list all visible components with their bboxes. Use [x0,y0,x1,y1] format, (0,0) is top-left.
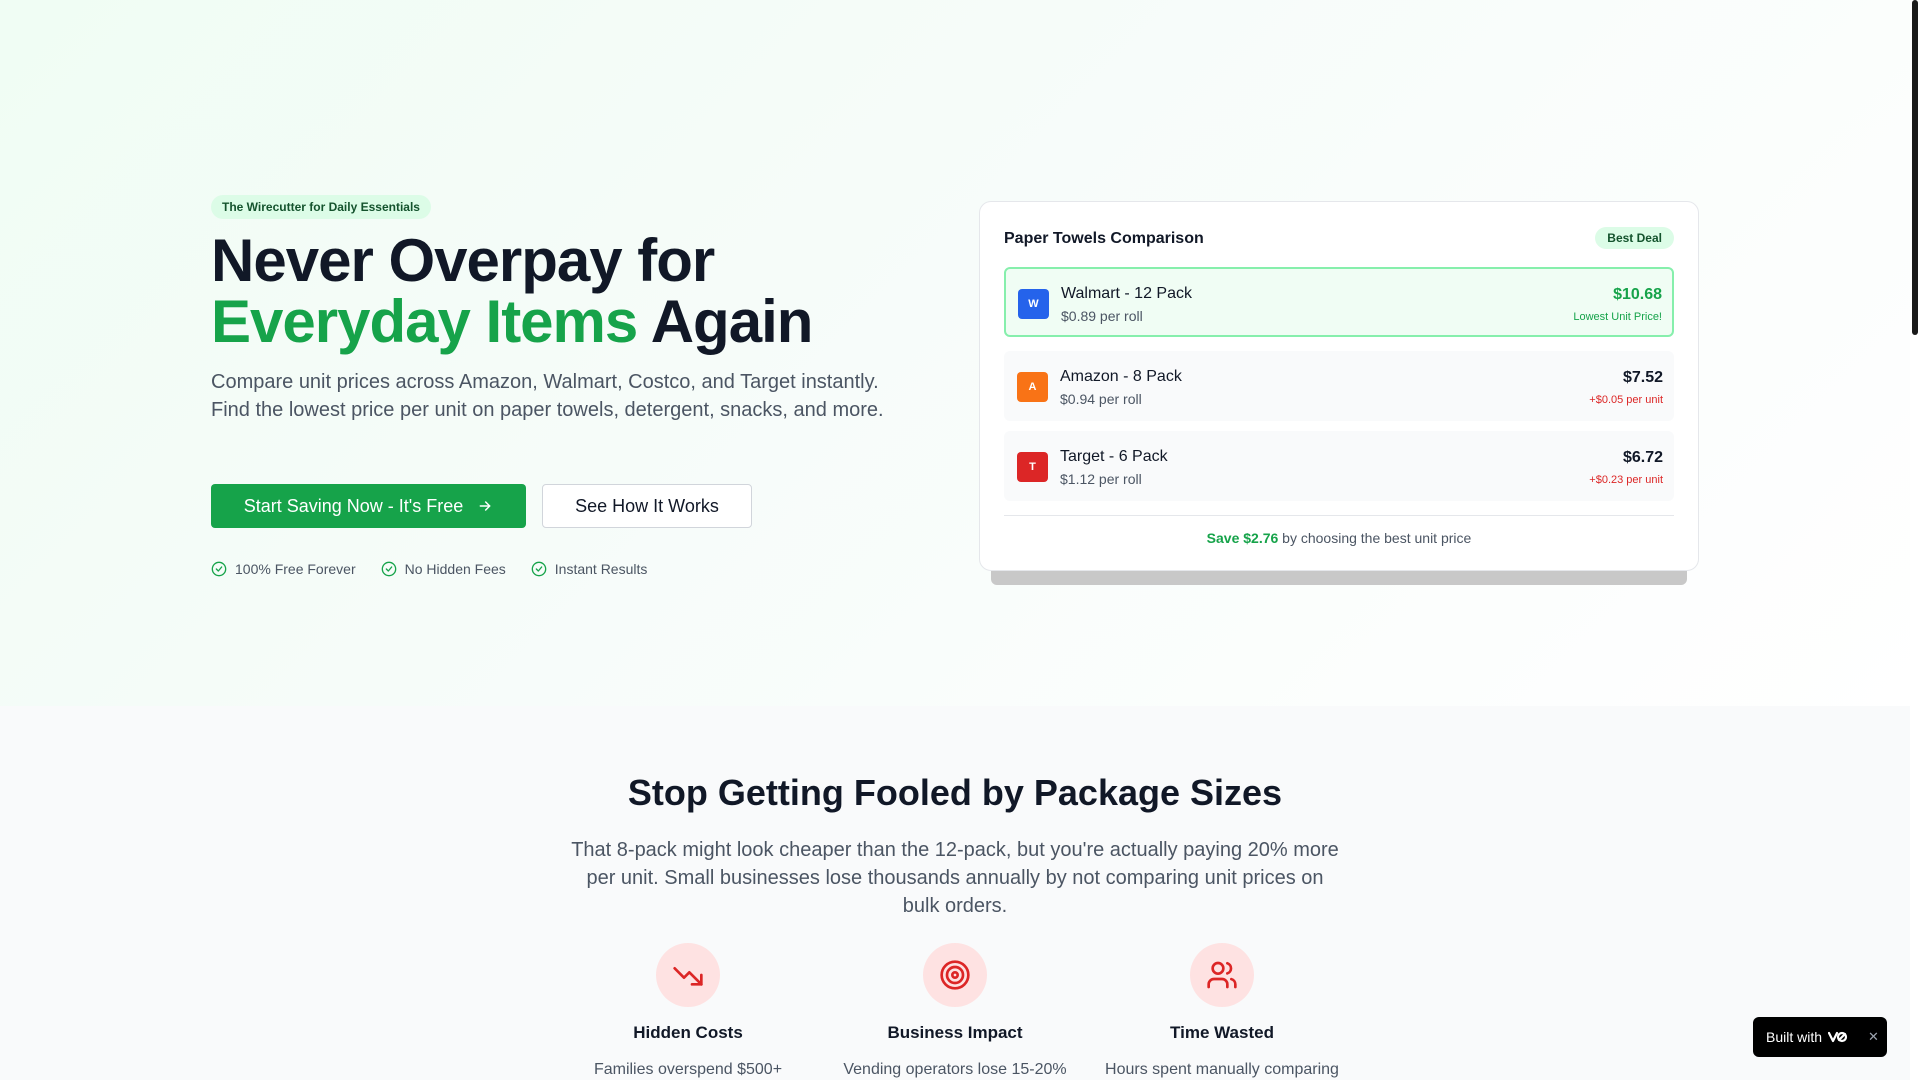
row-note: +$0.23 per unit [1589,474,1663,486]
comparison-row-target[interactable]: T Target - 6 Pack $1.12 per roll $6.72 +… [1004,431,1674,501]
close-icon[interactable]: ✕ [1868,1029,1879,1045]
headline-green: Everyday Items [211,288,638,355]
section-subtitle: That 8-pack might look cheaper than the … [571,839,1339,917]
target-logo-icon: T [1017,452,1048,482]
card-title: Business Impact [887,1023,1023,1042]
icon-circle [1190,943,1254,1007]
problem-card-hidden-costs: Hidden Costs Families overspend $500+ [558,943,818,1079]
trending-down-icon [673,967,703,986]
card-divider [1004,515,1674,516]
users-icon [1207,961,1237,989]
row-price: $7.52 [1622,369,1663,386]
card-title: Hidden Costs [633,1023,743,1042]
savings-summary: Save $2.76 by choosing the best unit pri… [980,530,1698,546]
feature-list: 100% Free Forever No Hidden Fees Instant… [211,561,647,577]
feature-item: Instant Results [531,561,648,577]
card-title: Time Wasted [1170,1023,1274,1042]
start-saving-button[interactable]: Start Saving Now - It's Free [211,484,526,528]
feature-label: No Hidden Fees [404,561,506,577]
row-note: Lowest Unit Price! [1573,311,1662,323]
brand-logo-icon [1828,1031,1848,1043]
card-desc: Hours spent manually comparing [1105,1061,1339,1078]
feature-label: 100% Free Forever [235,561,356,577]
headline-tail: Again [637,288,814,355]
check-circle-icon [531,561,547,577]
comparison-row-walmart[interactable]: W Walmart - 12 Pack $0.89 per roll $10.6… [1004,267,1674,337]
walmart-logo-icon: W [1018,289,1049,319]
hero-badge: The Wirecutter for Daily Essentials [211,195,431,219]
start-saving-label: Start Saving Now - It's Free [243,495,464,516]
scrollbar[interactable] [1910,0,1920,1080]
check-circle-icon [381,561,396,577]
section-title: Stop Getting Fooled by Package Sizes [627,772,1283,813]
comparison-row-amazon[interactable]: A Amazon - 8 Pack $0.94 per roll $7.52 +… [1004,351,1674,421]
check-circle-icon [211,561,227,577]
row-price: $6.72 [1622,449,1663,466]
row-unit-price: $1.12 per roll [1060,471,1142,487]
hero-headline: Never Overpay for Everyday Items Again [211,230,911,352]
scrollbar-thumb[interactable] [1912,0,1918,335]
row-name: Amazon - 8 Pack [1060,368,1182,385]
row-unit-price: $0.94 per roll [1060,391,1142,407]
hero-subtext: Compare unit prices across Amazon, Walma… [211,371,884,421]
headline-line1: Never Overpay for [211,227,715,294]
best-deal-badge: Best Deal [1595,227,1674,249]
row-price: $10.68 [1613,286,1662,303]
savings-text: by choosing the best unit price [1278,530,1472,546]
row-note: +$0.05 per unit [1589,394,1663,406]
savings-amount: Save $2.76 [1206,530,1279,546]
feature-item: No Hidden Fees [381,561,506,577]
amazon-logo-icon: A [1017,372,1048,402]
card-desc: Families overspend $500+ [593,1061,783,1078]
problem-card-business-impact: Business Impact Vending operators lose 1… [825,943,1085,1079]
icon-circle [923,943,987,1007]
row-unit-price: $0.89 per roll [1061,308,1143,324]
problem-card-time-wasted: Time Wasted Hours spent manually compari… [1092,943,1352,1079]
icon-circle [656,943,720,1007]
built-with-label: Built with [1766,1029,1823,1045]
target-icon [940,960,970,990]
arrow-right-icon [479,501,491,511]
card-desc: Vending operators lose 15-20% [843,1061,1067,1078]
feature-item: 100% Free Forever [211,561,356,577]
feature-label: Instant Results [554,561,648,577]
row-name: Walmart - 12 Pack [1061,285,1192,302]
see-how-it-works-button[interactable]: See How It Works [542,484,752,528]
built-with-badge[interactable]: Built with ✕ [1753,1017,1887,1057]
comparison-title: Paper Towels Comparison [1004,230,1204,247]
row-name: Target - 6 Pack [1060,448,1168,465]
comparison-card: Paper Towels Comparison Best Deal W Walm… [979,201,1699,571]
